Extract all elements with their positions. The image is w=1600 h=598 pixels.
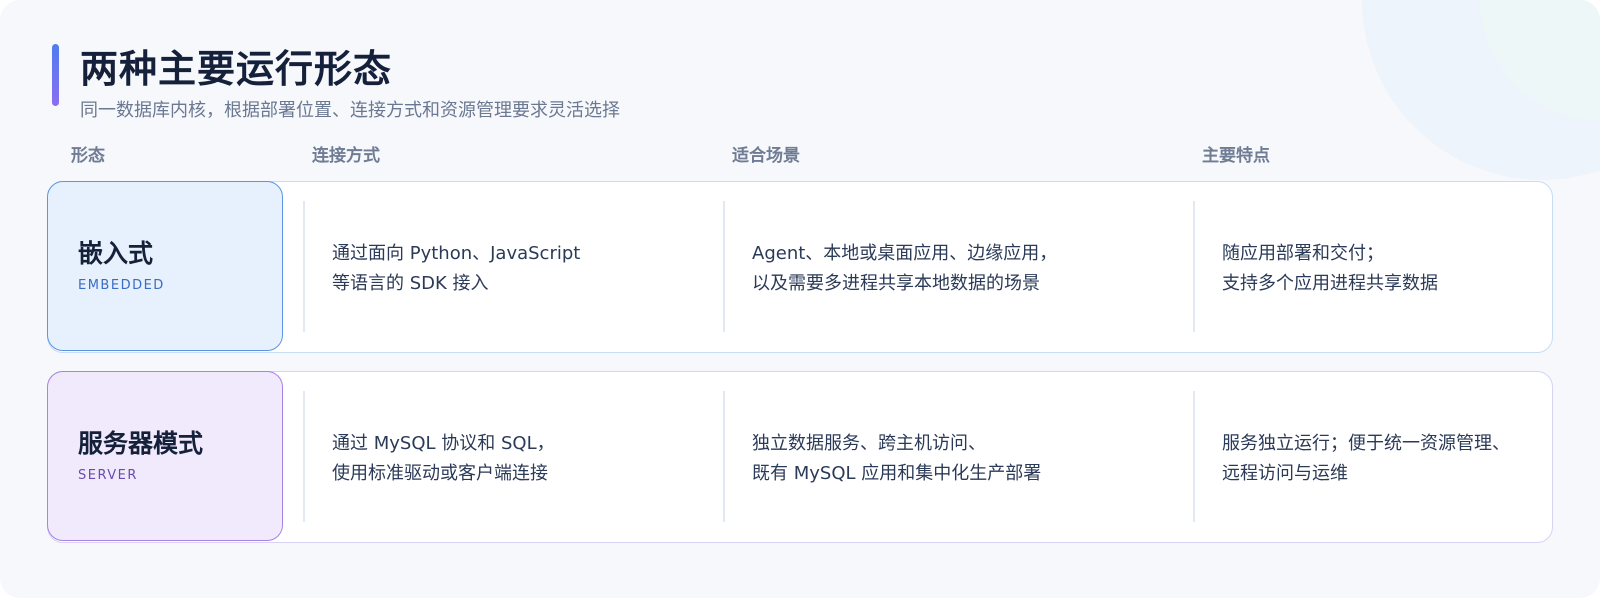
cell-line: 远程访问与运维 <box>1222 463 1348 484</box>
column-divider <box>1193 201 1195 332</box>
cell-line: 通过 MySQL 协议和 SQL， <box>332 433 555 454</box>
mode-name: 服务器模式 <box>78 429 204 458</box>
cell-line: 等语言的 SDK 接入 <box>332 273 489 294</box>
slide: 两种主要运行形态 同一数据库内核，根据部署位置、连接方式和资源管理要求灵活选择 … <box>0 0 1600 598</box>
mode-box-embedded: 嵌入式 EMBEDDED <box>47 181 283 351</box>
cell-line: 既有 MySQL 应用和集中化生产部署 <box>752 463 1042 484</box>
column-header-scenarios: 适合场景 <box>732 146 800 166</box>
cell-scenarios: Agent、本地或桌面应用、边缘应用， 以及需要多进程共享本地数据的场景 <box>752 239 1057 299</box>
cell-connection: 通过面向 Python、JavaScript 等语言的 SDK 接入 <box>332 239 580 299</box>
column-divider <box>723 391 725 522</box>
mode-english-label: SERVER <box>78 468 138 483</box>
column-header-features: 主要特点 <box>1202 146 1270 166</box>
cell-features: 服务独立运行；便于统一资源管理、 远程访问与运维 <box>1222 429 1510 489</box>
cell-line: 支持多个应用进程共享数据 <box>1222 273 1438 294</box>
table-row-embedded: 嵌入式 EMBEDDED 通过面向 Python、JavaScript 等语言的… <box>47 181 1553 353</box>
mode-english-label: EMBEDDED <box>78 278 165 293</box>
cell-line: 独立数据服务、跨主机访问、 <box>752 433 986 454</box>
column-header-mode: 形态 <box>71 146 105 166</box>
column-header-connection: 连接方式 <box>312 146 380 166</box>
cell-line: 通过面向 Python、JavaScript <box>332 243 581 264</box>
cell-features: 随应用部署和交付； 支持多个应用进程共享数据 <box>1222 239 1438 299</box>
column-divider <box>723 201 725 332</box>
mode-box-server: 服务器模式 SERVER <box>47 371 283 541</box>
cell-line: Agent、本地或桌面应用、边缘应用， <box>752 243 1058 264</box>
cell-line: 以及需要多进程共享本地数据的场景 <box>752 273 1040 294</box>
mode-name: 嵌入式 <box>78 239 154 268</box>
column-divider <box>303 201 305 332</box>
title-accent-bar <box>52 44 59 106</box>
column-divider <box>303 391 305 522</box>
table-row-server: 服务器模式 SERVER 通过 MySQL 协议和 SQL， 使用标准驱动或客户… <box>47 371 1553 543</box>
cell-line: 随应用部署和交付； <box>1222 243 1384 264</box>
cell-line: 服务独立运行；便于统一资源管理、 <box>1222 433 1510 454</box>
page-title: 两种主要运行形态 <box>80 47 393 91</box>
page-subtitle: 同一数据库内核，根据部署位置、连接方式和资源管理要求灵活选择 <box>80 100 620 121</box>
cell-connection: 通过 MySQL 协议和 SQL， 使用标准驱动或客户端连接 <box>332 429 555 489</box>
cell-scenarios: 独立数据服务、跨主机访问、 既有 MySQL 应用和集中化生产部署 <box>752 429 1041 489</box>
cell-line: 使用标准驱动或客户端连接 <box>332 463 548 484</box>
column-divider <box>1193 391 1195 522</box>
